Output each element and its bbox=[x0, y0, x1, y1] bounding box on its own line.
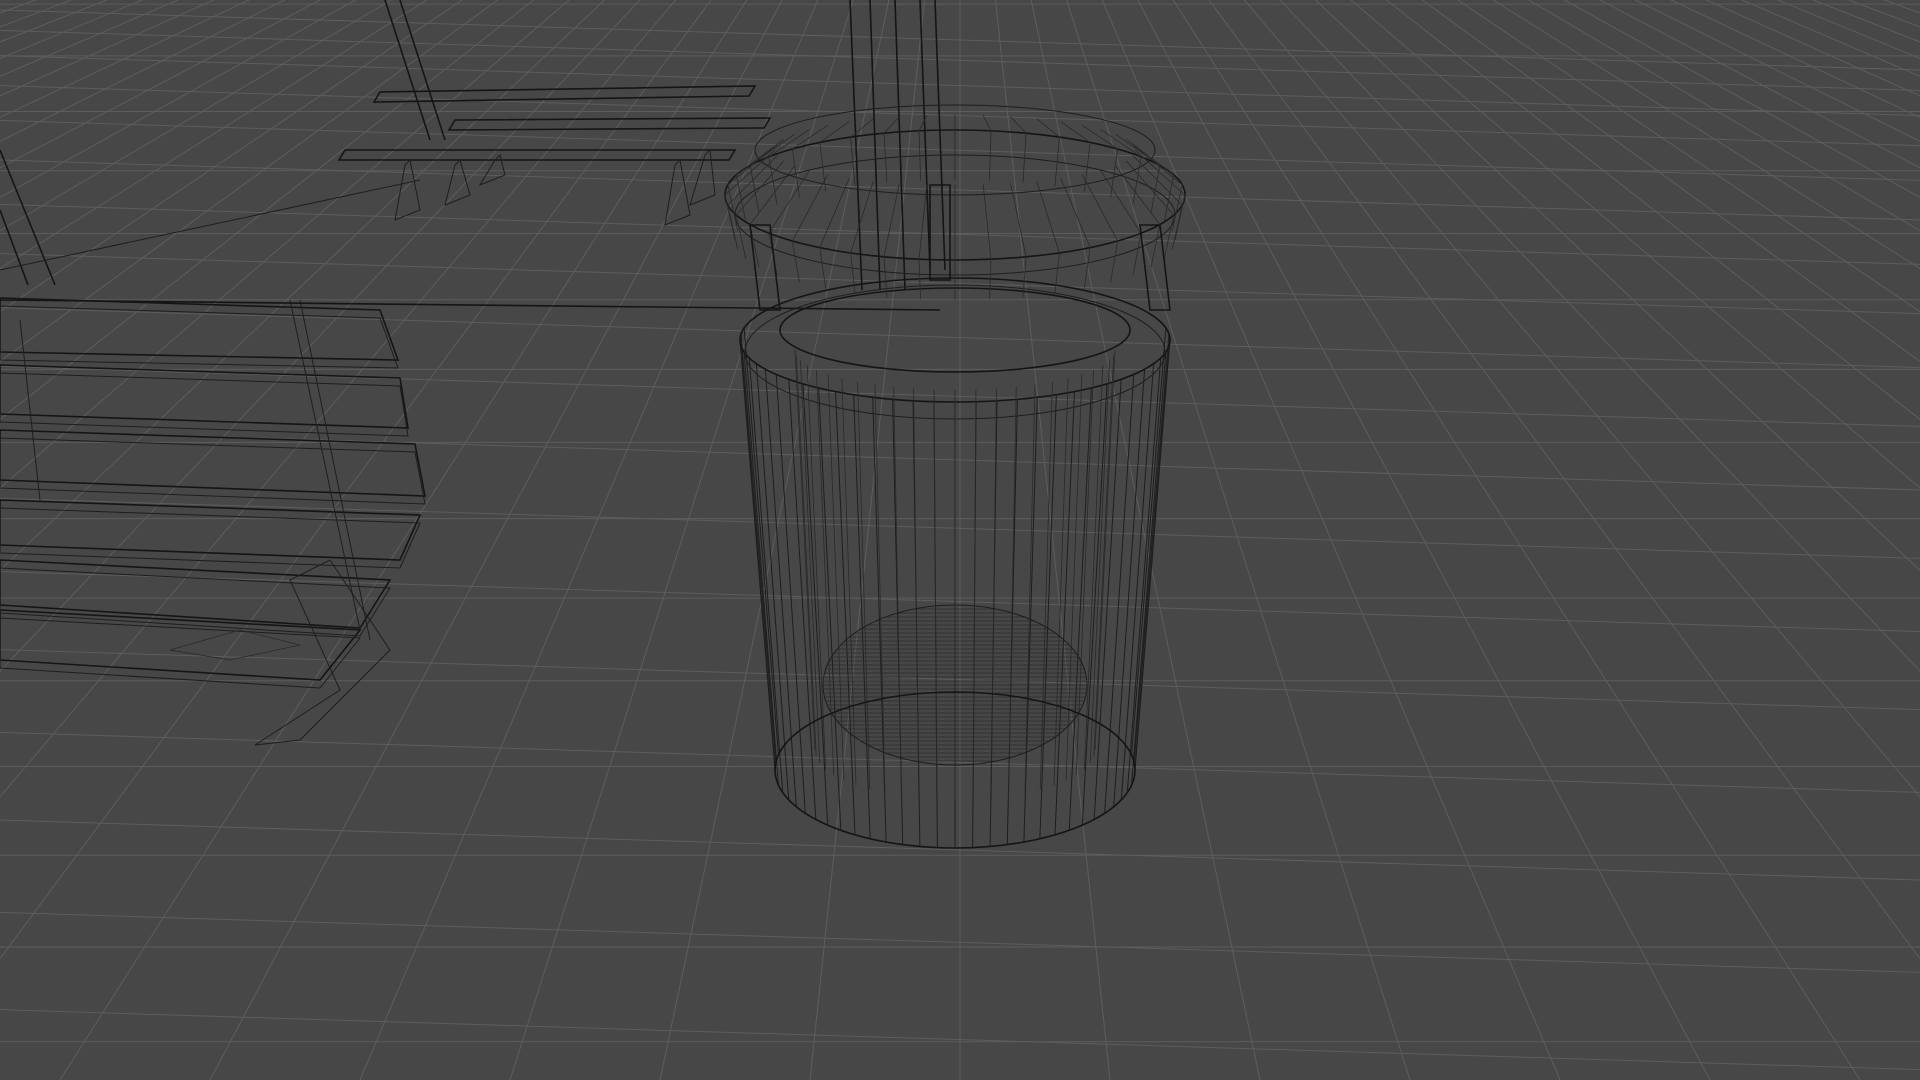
3d-viewport[interactable] bbox=[0, 0, 1920, 1080]
viewport-canvas[interactable] bbox=[0, 0, 1920, 1080]
